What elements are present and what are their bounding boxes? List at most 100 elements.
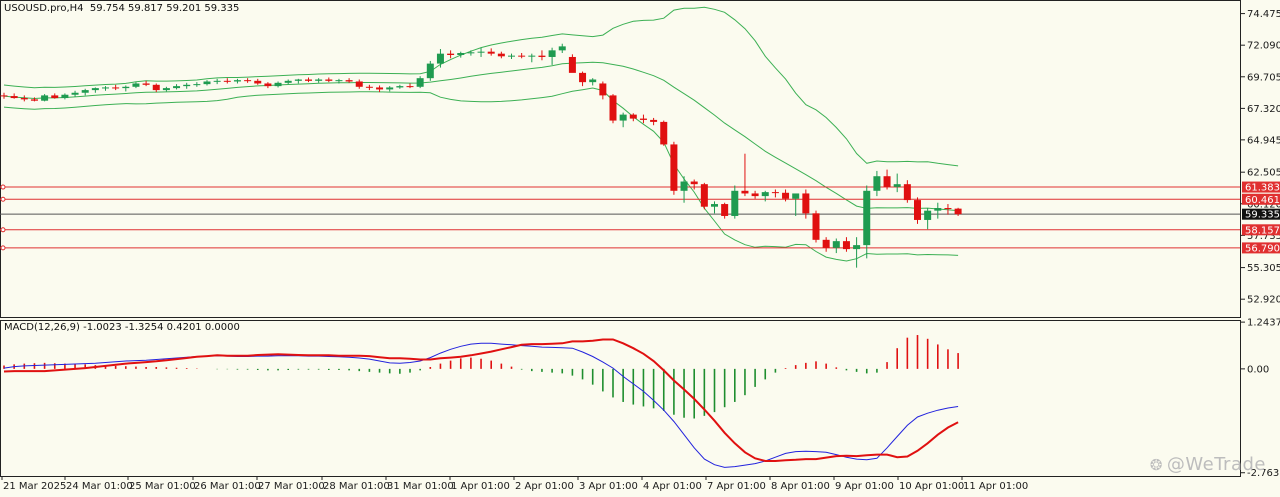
candle bbox=[345, 78, 353, 83]
candle bbox=[233, 78, 241, 84]
price-tick-label: 67.320 bbox=[1247, 104, 1280, 115]
candle bbox=[0, 92, 8, 99]
candle-body bbox=[518, 55, 526, 57]
candle bbox=[741, 153, 749, 197]
candle bbox=[497, 51, 505, 59]
candle-body bbox=[20, 98, 28, 100]
candle-body bbox=[771, 192, 779, 194]
candle-body bbox=[447, 53, 455, 55]
candle-body bbox=[619, 114, 627, 121]
candle bbox=[71, 90, 79, 97]
candle bbox=[518, 53, 526, 59]
candle-body bbox=[568, 56, 576, 73]
candle bbox=[812, 210, 820, 243]
macd-tick-label: 0.00 bbox=[1247, 364, 1269, 375]
candle bbox=[609, 94, 617, 124]
candle-body bbox=[436, 53, 444, 64]
candle-body bbox=[761, 192, 769, 197]
candle-body bbox=[944, 208, 952, 210]
candle-body bbox=[142, 83, 150, 85]
candle-body bbox=[305, 79, 312, 81]
candle bbox=[568, 54, 576, 73]
time-tick-label: 28 Mar 01:00 bbox=[323, 481, 390, 492]
candle-body bbox=[81, 90, 89, 93]
candle bbox=[315, 78, 323, 83]
candle-body bbox=[426, 63, 434, 79]
candle bbox=[183, 82, 191, 89]
candle-body bbox=[873, 176, 881, 191]
candle bbox=[112, 84, 120, 91]
candle-body bbox=[71, 92, 79, 95]
candle bbox=[558, 43, 566, 53]
level-handle[interactable] bbox=[0, 245, 6, 251]
candle bbox=[365, 84, 373, 91]
candle bbox=[41, 94, 49, 102]
candle-body bbox=[457, 53, 465, 55]
candle bbox=[203, 80, 211, 86]
candle bbox=[792, 193, 800, 216]
candle bbox=[934, 202, 942, 219]
candle bbox=[731, 185, 739, 219]
candle-body bbox=[853, 245, 861, 250]
candle-body bbox=[599, 83, 607, 96]
candle bbox=[650, 117, 658, 126]
candle bbox=[822, 237, 830, 252]
symbol-timeframe: USOUSD.pro,H4 bbox=[4, 3, 84, 14]
candle-body bbox=[183, 84, 191, 87]
price-tick-label: 52.920 bbox=[1247, 295, 1280, 306]
candle bbox=[264, 82, 272, 89]
time-tick-label: 3 Apr 01:00 bbox=[579, 481, 638, 492]
candle bbox=[426, 60, 434, 81]
candle bbox=[538, 50, 546, 61]
time-tick-label: 2 Apr 01:00 bbox=[515, 481, 574, 492]
candle-body bbox=[10, 96, 18, 99]
candle-body bbox=[863, 190, 871, 246]
candle-body bbox=[112, 87, 120, 89]
macd-header: MACD(12,26,9) -1.0023 -1.3254 0.4201 0.0… bbox=[4, 322, 240, 333]
price-tick-label: 62.505 bbox=[1247, 168, 1280, 179]
candle bbox=[305, 77, 312, 83]
candle-body bbox=[193, 84, 201, 86]
candle-body bbox=[152, 84, 160, 91]
candle bbox=[102, 86, 109, 91]
level-tag-label: 56.790 bbox=[1245, 243, 1280, 254]
chart-canvas[interactable]: 74.47572.09069.70567.32064.94562.50560.1… bbox=[0, 0, 1280, 493]
macd-pane-frame bbox=[0, 320, 1241, 477]
time-tick-label: 24 Mar 01:00 bbox=[66, 481, 133, 492]
candle bbox=[447, 50, 455, 59]
candle-body bbox=[680, 181, 688, 191]
candle-body bbox=[294, 79, 302, 81]
candle-body bbox=[650, 119, 658, 122]
candle-body bbox=[213, 80, 221, 82]
candle-body bbox=[132, 83, 140, 87]
candle bbox=[721, 202, 729, 219]
price-tick-label: 72.090 bbox=[1247, 41, 1280, 52]
time-tick-label: 21 Mar 2025 bbox=[3, 481, 66, 492]
candle bbox=[467, 50, 475, 56]
candle bbox=[711, 201, 718, 214]
candle-body bbox=[0, 95, 8, 97]
candle-body bbox=[406, 86, 414, 88]
level-handle[interactable] bbox=[0, 196, 6, 202]
chart-root[interactable]: 74.475 72.090 69.705 67.320 64.945 62.505 60.1… bbox=[0, 0, 1280, 493]
candle bbox=[670, 141, 678, 195]
candle-body bbox=[629, 114, 637, 119]
candle-body bbox=[51, 95, 59, 99]
level-tag-label: 61.383 bbox=[1245, 183, 1280, 194]
candle bbox=[619, 112, 627, 128]
level-handle[interactable] bbox=[0, 227, 6, 233]
level-handle[interactable] bbox=[0, 184, 6, 190]
candle-body bbox=[244, 80, 252, 82]
candle-body bbox=[315, 79, 323, 81]
candle bbox=[162, 86, 170, 92]
candle bbox=[213, 78, 221, 85]
candle bbox=[51, 93, 59, 99]
candle-body bbox=[528, 55, 536, 57]
candle bbox=[376, 85, 384, 93]
watermark: ❂ @WeTrade bbox=[1150, 454, 1266, 475]
candle-body bbox=[832, 241, 840, 248]
candle-body bbox=[30, 99, 38, 101]
candle bbox=[660, 120, 668, 146]
candle-body bbox=[893, 184, 901, 187]
candle bbox=[528, 53, 536, 63]
